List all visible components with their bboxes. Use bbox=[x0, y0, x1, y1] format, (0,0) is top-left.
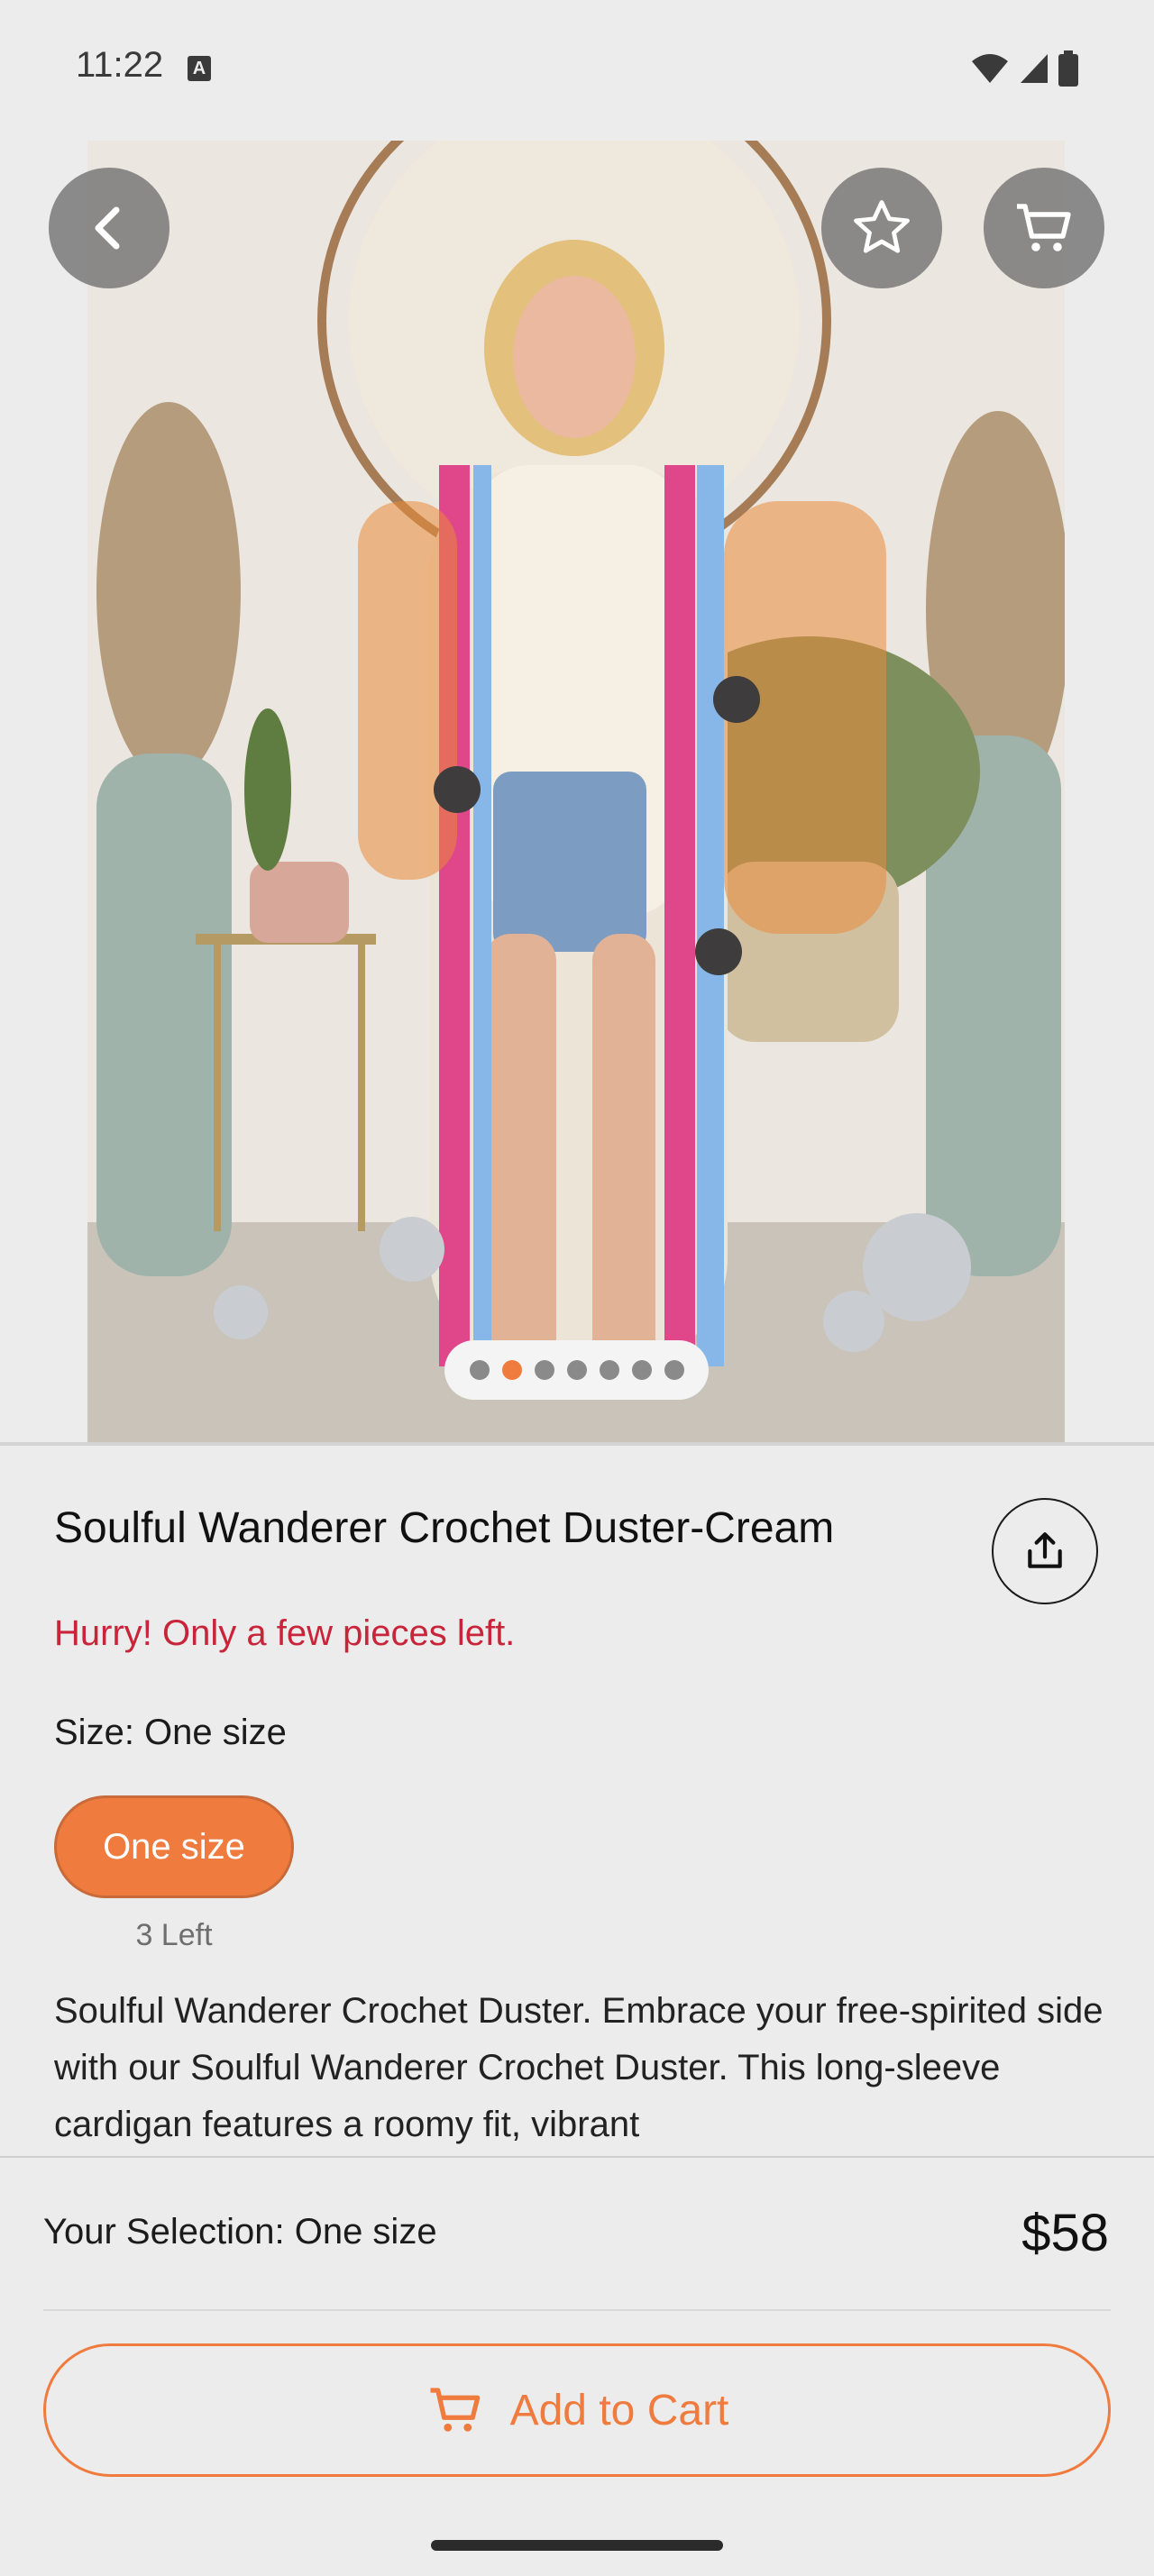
wifi-icon bbox=[972, 54, 1008, 83]
product-description: Soulful Wanderer Crochet Duster. Embrace… bbox=[54, 1991, 1104, 2144]
add-to-cart-button[interactable]: Add to Cart bbox=[43, 2343, 1111, 2477]
add-to-cart-label: Add to Cart bbox=[509, 2386, 729, 2434]
pager-dot-active[interactable] bbox=[501, 1360, 522, 1380]
pager-dot[interactable] bbox=[631, 1360, 652, 1380]
status-time: 11:22 bbox=[76, 45, 164, 85]
back-button[interactable] bbox=[49, 168, 169, 288]
pager-dot[interactable] bbox=[599, 1360, 619, 1380]
share-button[interactable] bbox=[992, 1498, 1098, 1604]
star-icon bbox=[854, 200, 910, 253]
product-title: Soulful Wanderer Crochet Duster-Cream bbox=[54, 1504, 835, 1552]
product-image[interactable] bbox=[87, 141, 1065, 1442]
size-option-chip[interactable]: One size bbox=[54, 1795, 294, 1898]
bottom-bar: Your Selection: One size $58 Add to Cart bbox=[0, 2156, 1154, 2576]
status-icons bbox=[970, 50, 1078, 87]
divider bbox=[43, 2309, 1111, 2311]
pager-dot[interactable] bbox=[566, 1360, 587, 1380]
size-label: Size: One size bbox=[54, 1713, 287, 1752]
image-pager[interactable] bbox=[444, 1340, 709, 1400]
signal-icon bbox=[1021, 54, 1048, 83]
back-icon bbox=[95, 206, 120, 250]
cart-button[interactable] bbox=[984, 168, 1104, 288]
selection-summary: Your Selection: One size bbox=[43, 2212, 437, 2252]
home-indicator[interactable] bbox=[431, 2540, 723, 2551]
pager-dot[interactable] bbox=[534, 1360, 554, 1380]
share-icon bbox=[1028, 1532, 1062, 1568]
price: $58 bbox=[1021, 2204, 1109, 2262]
cart-icon bbox=[1017, 204, 1071, 251]
size-stock-count: 3 Left bbox=[135, 1918, 213, 1952]
stock-warning: Hurry! Only a few pieces left. bbox=[54, 1613, 516, 1653]
status-bar: 11:22 A bbox=[0, 0, 1154, 141]
pager-dot[interactable] bbox=[469, 1360, 490, 1380]
pager-dot[interactable] bbox=[664, 1360, 684, 1380]
divider bbox=[0, 1442, 1154, 1446]
notification-icon: A bbox=[188, 56, 211, 81]
favorite-button[interactable] bbox=[821, 168, 942, 288]
battery-icon bbox=[1058, 50, 1078, 87]
cart-icon bbox=[430, 2388, 480, 2432]
